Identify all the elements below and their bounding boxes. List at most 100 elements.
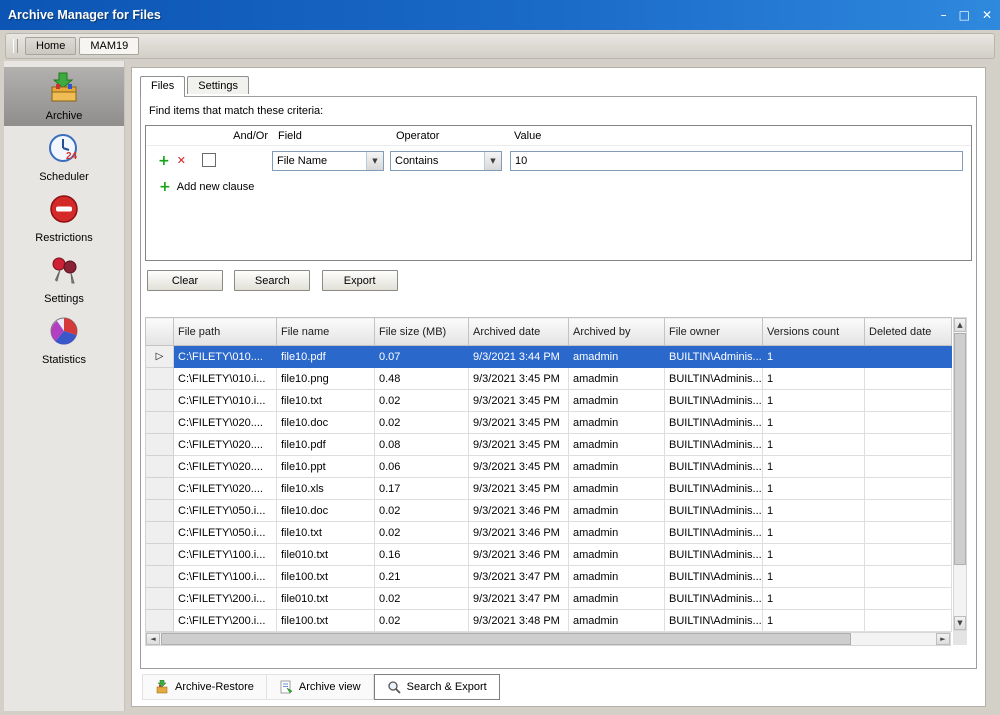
row-selector[interactable]: ▷ [145,345,174,368]
horizontal-scrollbar[interactable]: ◄ ► [145,632,951,646]
table-row[interactable]: C:\FILETY\200.i... file010.txt 0.02 9/3/202… [145,587,952,610]
table-cell[interactable]: amadmin [568,609,665,632]
table-cell[interactable]: BUILTIN\Adminis... [664,565,763,588]
table-cell[interactable]: C:\FILETY\020.... [173,411,277,434]
table-cell[interactable]: BUILTIN\Adminis... [664,411,763,434]
table-cell[interactable]: file10.txt [276,521,375,544]
table-row[interactable]: C:\FILETY\200.i... file100.txt 0.02 9/3/202… [145,609,952,632]
column-header[interactable]: Archived by [568,317,665,346]
table-cell[interactable]: file10.png [276,367,375,390]
field-dropdown[interactable]: File Name ▼ [272,151,384,171]
table-cell[interactable]: C:\FILETY\020.... [173,433,277,456]
chevron-down-icon[interactable]: ▼ [484,152,501,170]
table-cell[interactable]: amadmin [568,521,665,544]
sidebar-item-restrictions[interactable]: Restrictions [4,189,124,248]
column-header[interactable]: File size (MB) [374,317,469,346]
table-row[interactable]: C:\FILETY\050.i... file10.txt 0.02 9/3/2021… [145,521,952,544]
table-cell[interactable]: file10.ppt [276,455,375,478]
table-cell[interactable]: C:\FILETY\050.i... [173,499,277,522]
table-cell[interactable]: C:\FILETY\200.i... [173,587,277,610]
table-cell[interactable]: 1 [762,587,865,610]
table-cell[interactable]: file010.txt [276,543,375,566]
chevron-down-icon[interactable]: ▼ [366,152,383,170]
table-cell[interactable] [864,499,952,522]
table-cell[interactable]: 0.02 [374,411,469,434]
table-cell[interactable]: 1 [762,411,865,434]
table-cell[interactable] [864,543,952,566]
column-header[interactable]: File name [276,317,375,346]
table-cell[interactable]: amadmin [568,477,665,500]
table-cell[interactable]: BUILTIN\Adminis... [664,389,763,412]
table-cell[interactable] [864,345,952,368]
table-cell[interactable] [864,433,952,456]
table-row[interactable]: ▷ C:\FILETY\010.... file10.pdf 0.07 9/3/2021… [145,345,952,368]
vertical-scroll-thumb[interactable] [954,333,966,565]
table-cell[interactable]: C:\FILETY\010.i... [173,367,277,390]
table-cell[interactable]: 1 [762,543,865,566]
table-cell[interactable]: BUILTIN\Adminis... [664,587,763,610]
table-cell[interactable]: 0.06 [374,455,469,478]
clear-button[interactable]: Clear [147,270,223,291]
table-cell[interactable]: 1 [762,499,865,522]
close-button[interactable]: ✕ [982,9,992,21]
table-cell[interactable]: 0.21 [374,565,469,588]
clause-checkbox[interactable] [202,152,216,167]
tab-files[interactable]: Files [140,76,186,97]
table-cell[interactable]: BUILTIN\Adminis... [664,477,763,500]
table-cell[interactable]: 9/3/2021 3:46 PM [468,499,569,522]
add-new-clause-link[interactable]: + Add new clause [146,180,971,194]
maximize-button[interactable]: □ [959,9,970,21]
table-cell[interactable] [864,411,952,434]
table-row[interactable]: C:\FILETY\020.... file10.xls 0.17 9/3/2021 … [145,477,952,500]
table-cell[interactable]: 0.07 [374,345,469,368]
toolbar-grip[interactable] [13,39,18,53]
sidebar-item-scheduler[interactable]: 24 Scheduler [4,128,124,187]
table-cell[interactable]: BUILTIN\Adminis... [664,345,763,368]
table-cell[interactable] [864,609,952,632]
table-row[interactable]: C:\FILETY\100.i... file010.txt 0.16 9/3/202… [145,543,952,566]
horizontal-scroll-thumb[interactable] [161,633,851,645]
table-cell[interactable]: C:\FILETY\100.i... [173,543,277,566]
table-cell[interactable]: C:\FILETY\020.... [173,455,277,478]
table-cell[interactable]: file10.pdf [276,345,375,368]
table-cell[interactable]: amadmin [568,345,665,368]
table-cell[interactable]: file10.txt [276,389,375,412]
sidebar-item-settings[interactable]: Settings [4,250,124,309]
table-cell[interactable]: 1 [762,345,865,368]
table-cell[interactable]: 9/3/2021 3:44 PM [468,345,569,368]
row-selector[interactable] [145,367,174,390]
table-cell[interactable]: file100.txt [276,609,375,632]
vertical-scrollbar[interactable]: ▲ ▼ [953,317,967,631]
table-cell[interactable]: 9/3/2021 3:45 PM [468,389,569,412]
table-cell[interactable] [864,565,952,588]
operator-dropdown[interactable]: Contains ▼ [390,151,502,171]
table-cell[interactable] [864,367,952,390]
row-selector[interactable] [145,433,174,456]
table-cell[interactable]: 1 [762,455,865,478]
vertical-scroll-track[interactable] [954,332,966,616]
table-cell[interactable]: 0.48 [374,367,469,390]
row-selector[interactable] [145,499,174,522]
table-cell[interactable]: 9/3/2021 3:45 PM [468,411,569,434]
row-selector[interactable] [145,477,174,500]
tab-search-export[interactable]: Search & Export [373,674,500,700]
column-header[interactable]: File path [173,317,277,346]
table-row[interactable]: C:\FILETY\020.... file10.ppt 0.06 9/3/2021 … [145,455,952,478]
table-cell[interactable]: 1 [762,609,865,632]
table-cell[interactable]: 0.16 [374,543,469,566]
row-selector[interactable] [145,587,174,610]
row-selector[interactable] [145,543,174,566]
table-cell[interactable]: 0.02 [374,609,469,632]
row-selector[interactable] [145,609,174,632]
table-cell[interactable]: file10.doc [276,411,375,434]
table-cell[interactable] [864,389,952,412]
table-cell[interactable]: BUILTIN\Adminis... [664,609,763,632]
table-row[interactable]: C:\FILETY\020.... file10.pdf 0.08 9/3/2021 … [145,433,952,456]
table-cell[interactable]: file010.txt [276,587,375,610]
add-criteria-icon[interactable]: + [158,154,170,168]
column-header[interactable]: Archived date [468,317,569,346]
scroll-down-icon[interactable]: ▼ [954,616,966,630]
table-cell[interactable]: amadmin [568,543,665,566]
delete-criteria-icon[interactable]: ✕ [177,155,186,167]
table-cell[interactable]: C:\FILETY\020.... [173,477,277,500]
